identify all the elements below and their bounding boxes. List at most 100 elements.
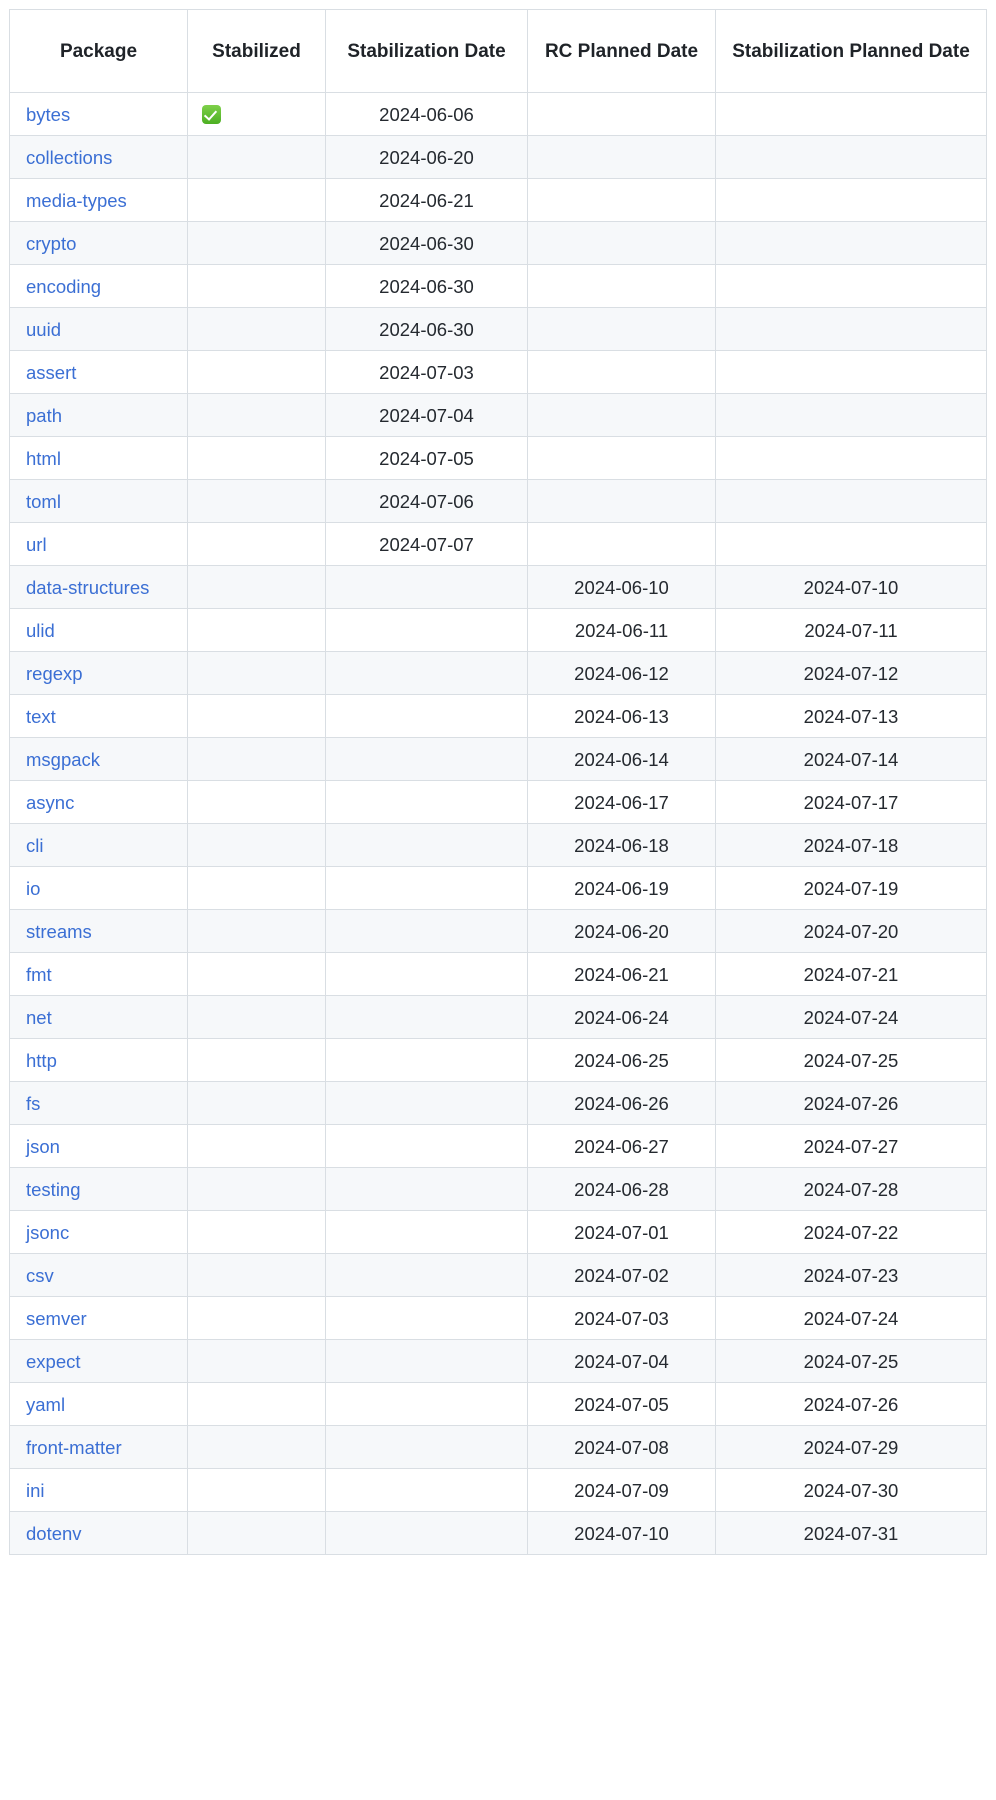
- package-link[interactable]: net: [26, 1007, 52, 1028]
- package-link[interactable]: collections: [26, 147, 112, 168]
- cell-stab-planned-date: 2024-07-10: [715, 565, 987, 609]
- cell-package: io: [9, 866, 188, 910]
- cell-package: yaml: [9, 1382, 188, 1426]
- package-link[interactable]: semver: [26, 1308, 87, 1329]
- package-stabilization-table: Package Stabilized Stabilization Date RC…: [9, 9, 987, 1555]
- cell-stabilized: [187, 178, 326, 222]
- package-link[interactable]: regexp: [26, 663, 83, 684]
- package-link[interactable]: async: [26, 792, 74, 813]
- package-link[interactable]: csv: [26, 1265, 54, 1286]
- package-link[interactable]: url: [26, 534, 47, 555]
- cell-stab-planned-date: 2024-07-24: [715, 1296, 987, 1340]
- cell-stabilized: [187, 780, 326, 824]
- check-mark-icon: [202, 104, 221, 124]
- package-link[interactable]: html: [26, 448, 61, 469]
- cell-stabilization-date: [325, 866, 528, 910]
- cell-stabilized: [187, 1296, 326, 1340]
- cell-stab-planned-date: 2024-07-29: [715, 1425, 987, 1469]
- cell-stabilized: [187, 1468, 326, 1512]
- package-link[interactable]: assert: [26, 362, 76, 383]
- cell-stab-planned-date: 2024-07-26: [715, 1081, 987, 1125]
- cell-stab-planned-date: 2024-07-20: [715, 909, 987, 953]
- package-link[interactable]: msgpack: [26, 749, 100, 770]
- cell-stabilization-date: 2024-07-07: [325, 522, 528, 566]
- cell-package: crypto: [9, 221, 188, 265]
- cell-stabilized: [187, 1425, 326, 1469]
- package-link[interactable]: json: [26, 1136, 60, 1157]
- cell-stab-planned-date: 2024-07-17: [715, 780, 987, 824]
- package-link[interactable]: dotenv: [26, 1523, 82, 1544]
- table-row: ini 2024-07-09 2024-07-30: [9, 1468, 987, 1512]
- cell-package: msgpack: [9, 737, 188, 781]
- cell-stabilized: [187, 221, 326, 265]
- cell-package: collections: [9, 135, 188, 179]
- cell-stab-planned-date: 2024-07-13: [715, 694, 987, 738]
- cell-package: jsonc: [9, 1210, 188, 1254]
- page-container: Package Stabilized Stabilization Date RC…: [0, 0, 996, 1800]
- cell-package: html: [9, 436, 188, 480]
- cell-package: ini: [9, 1468, 188, 1512]
- package-link[interactable]: fs: [26, 1093, 40, 1114]
- cell-stabilized: [187, 1339, 326, 1383]
- table-header: Package Stabilized Stabilization Date RC…: [9, 9, 987, 93]
- package-link[interactable]: fmt: [26, 964, 52, 985]
- cell-rc-planned-date: [527, 92, 716, 136]
- package-link[interactable]: testing: [26, 1179, 81, 1200]
- package-link[interactable]: media-types: [26, 190, 127, 211]
- cell-stabilization-date: [325, 1511, 528, 1555]
- package-link[interactable]: io: [26, 878, 40, 899]
- table-row: streams 2024-06-20 2024-07-20: [9, 909, 987, 953]
- table-row: jsonc 2024-07-01 2024-07-22: [9, 1210, 987, 1254]
- cell-stabilization-date: 2024-07-03: [325, 350, 528, 394]
- package-link[interactable]: data-structures: [26, 577, 149, 598]
- column-header-package: Package: [9, 9, 188, 93]
- cell-package: assert: [9, 350, 188, 394]
- table-row: url 2024-07-07: [9, 522, 987, 566]
- cell-stabilized: [187, 393, 326, 437]
- package-link[interactable]: front-matter: [26, 1437, 122, 1458]
- package-link[interactable]: crypto: [26, 233, 76, 254]
- cell-stabilized: [187, 1511, 326, 1555]
- package-link[interactable]: cli: [26, 835, 43, 856]
- cell-stabilized: [187, 694, 326, 738]
- cell-package: dotenv: [9, 1511, 188, 1555]
- package-link[interactable]: ini: [26, 1480, 45, 1501]
- package-link[interactable]: ulid: [26, 620, 55, 641]
- cell-stabilized: [187, 1253, 326, 1297]
- package-link[interactable]: encoding: [26, 276, 101, 297]
- header-row: Package Stabilized Stabilization Date RC…: [9, 9, 987, 93]
- package-link[interactable]: streams: [26, 921, 92, 942]
- cell-stab-planned-date: 2024-07-26: [715, 1382, 987, 1426]
- package-link[interactable]: toml: [26, 491, 61, 512]
- cell-rc-planned-date: 2024-06-19: [527, 866, 716, 910]
- cell-stabilized: [187, 307, 326, 351]
- cell-stabilization-date: 2024-07-05: [325, 436, 528, 480]
- package-link[interactable]: http: [26, 1050, 57, 1071]
- package-link[interactable]: jsonc: [26, 1222, 69, 1243]
- cell-rc-planned-date: 2024-06-14: [527, 737, 716, 781]
- package-link[interactable]: bytes: [26, 104, 70, 125]
- table-row: json 2024-06-27 2024-07-27: [9, 1124, 987, 1168]
- table-row: collections 2024-06-20: [9, 135, 987, 179]
- cell-rc-planned-date: 2024-06-25: [527, 1038, 716, 1082]
- cell-stabilization-date: [325, 1425, 528, 1469]
- cell-stabilization-date: [325, 823, 528, 867]
- table-row: io 2024-06-19 2024-07-19: [9, 866, 987, 910]
- cell-stab-planned-date: [715, 307, 987, 351]
- cell-package: text: [9, 694, 188, 738]
- cell-rc-planned-date: 2024-06-13: [527, 694, 716, 738]
- table-row: testing 2024-06-28 2024-07-28: [9, 1167, 987, 1211]
- cell-stabilized: [187, 92, 326, 136]
- cell-rc-planned-date: 2024-07-09: [527, 1468, 716, 1512]
- cell-stab-planned-date: 2024-07-27: [715, 1124, 987, 1168]
- package-link[interactable]: path: [26, 405, 62, 426]
- cell-package: bytes: [9, 92, 188, 136]
- package-link[interactable]: uuid: [26, 319, 61, 340]
- cell-rc-planned-date: 2024-06-26: [527, 1081, 716, 1125]
- package-link[interactable]: text: [26, 706, 56, 727]
- package-link[interactable]: expect: [26, 1351, 81, 1372]
- cell-stabilization-date: [325, 1210, 528, 1254]
- cell-stabilized: [187, 436, 326, 480]
- package-link[interactable]: yaml: [26, 1394, 65, 1415]
- cell-stab-planned-date: 2024-07-19: [715, 866, 987, 910]
